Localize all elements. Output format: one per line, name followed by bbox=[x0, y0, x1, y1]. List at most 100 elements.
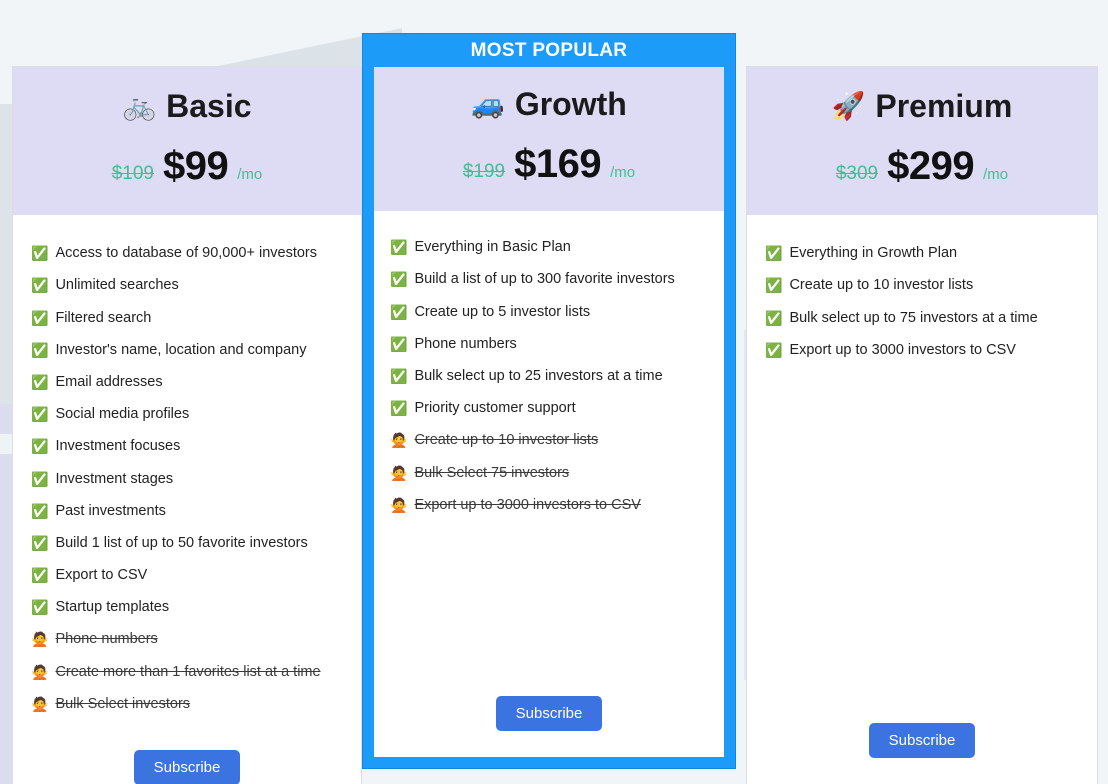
feature-label: Bulk Select 75 investors bbox=[414, 464, 570, 481]
feature-item: 🙅 Phone numbers bbox=[31, 623, 343, 655]
check-icon: ✅ bbox=[31, 599, 49, 616]
feature-item: ✅ Build a list of up to 300 favorite inve… bbox=[390, 263, 708, 295]
feature-list-premium: ✅ Everything in Growth Plan ✅ Create up to … bbox=[747, 215, 1097, 695]
feature-item: ✅ Investor's name, location and company bbox=[31, 334, 343, 366]
feature-item: ✅ Bulk select up to 75 investors at a tim… bbox=[765, 302, 1079, 334]
feature-label: Startup templates bbox=[55, 599, 170, 616]
feature-item: ✅ Access to database of 90,000+ investors bbox=[31, 237, 343, 269]
pricing-cards-container: 🚲 Basic $109 $99 /mo ✅ Access to database… bbox=[0, 0, 1108, 784]
subscribe-row-basic: Subscribe bbox=[13, 724, 361, 784]
subscribe-button-basic[interactable]: Subscribe bbox=[133, 750, 241, 784]
feature-item: ✅ Phone numbers bbox=[390, 328, 708, 360]
feature-item: ✅ Everything in Growth Plan bbox=[765, 237, 1079, 269]
feature-item: 🙅 Create up to 10 investor lists bbox=[390, 424, 708, 456]
most-popular-badge: MOST POPULAR bbox=[470, 40, 628, 61]
feature-label: Create up to 10 investor lists bbox=[414, 432, 599, 449]
feature-label: Build 1 list of up to 50 favorite invest… bbox=[55, 534, 308, 551]
feature-item: ✅ Create up to 10 investor lists bbox=[765, 269, 1079, 301]
check-icon: ✅ bbox=[31, 534, 49, 551]
feature-label: Filtered search bbox=[55, 309, 152, 326]
price-row-growth: $199 $169 /mo bbox=[384, 142, 714, 187]
check-icon: ✅ bbox=[765, 277, 783, 294]
feature-label: Bulk Select investors bbox=[55, 695, 191, 712]
feature-item: 🙅 Bulk Select investors bbox=[31, 688, 343, 720]
subscribe-row-premium: Subscribe bbox=[747, 695, 1097, 784]
old-price-growth: $199 bbox=[462, 161, 506, 183]
card-header-basic: 🚲 Basic $109 $99 /mo bbox=[13, 67, 361, 216]
feature-label: Build a list of up to 300 favorite inves… bbox=[414, 271, 675, 288]
feature-label: Access to database of 90,000+ investors bbox=[55, 245, 318, 262]
check-icon: ✅ bbox=[765, 245, 783, 262]
feature-item: ✅ Export up to 3000 investors to CSV bbox=[765, 334, 1079, 366]
check-icon: ✅ bbox=[390, 239, 408, 256]
feature-label: Create more than 1 favorites list at a t… bbox=[55, 663, 321, 680]
feature-item: ✅ Startup templates bbox=[31, 591, 343, 623]
check-icon: ✅ bbox=[765, 341, 783, 358]
current-price-growth: $169 bbox=[514, 142, 602, 187]
feature-label: Everything in Basic Plan bbox=[414, 239, 571, 256]
check-icon: ✅ bbox=[31, 341, 49, 358]
check-icon: ✅ bbox=[390, 271, 408, 288]
feature-item: 🙅 Create more than 1 favorites list at a … bbox=[31, 656, 343, 688]
old-price-basic: $109 bbox=[111, 163, 154, 185]
plan-name-growth: Growth bbox=[514, 86, 627, 122]
feature-label: Priority customer support bbox=[414, 400, 576, 417]
feature-label: Unlimited searches bbox=[55, 277, 179, 294]
feature-item: 🙅 Bulk Select 75 investors bbox=[390, 457, 708, 489]
check-icon: ✅ bbox=[390, 400, 408, 417]
subscribe-button-growth[interactable]: Subscribe bbox=[495, 696, 603, 731]
feature-item: ✅ Bulk select up to 25 investors at a tim… bbox=[390, 360, 708, 392]
feature-label: Export up to 3000 investors to CSV bbox=[414, 496, 641, 513]
check-icon: ✅ bbox=[31, 309, 49, 326]
check-icon: ✅ bbox=[390, 335, 408, 352]
person-gesturing-no-icon: 🙅 bbox=[31, 695, 49, 712]
pricing-card-basic: 🚲 Basic $109 $99 /mo ✅ Access to database… bbox=[12, 66, 362, 784]
check-icon: ✅ bbox=[390, 367, 408, 384]
price-period-growth: /mo bbox=[610, 164, 636, 182]
check-icon: ✅ bbox=[31, 245, 49, 262]
subscribe-row-growth: Subscribe bbox=[374, 678, 724, 757]
plan-title-growth: 🚙 Growth bbox=[384, 86, 714, 122]
feature-item: ✅ Email addresses bbox=[31, 366, 343, 398]
feature-label: Export up to 3000 investors to CSV bbox=[789, 341, 1016, 358]
feature-item: ✅ Investment stages bbox=[31, 463, 343, 495]
person-gesturing-no-icon: 🙅 bbox=[390, 464, 408, 481]
person-gesturing-no-icon: 🙅 bbox=[390, 496, 408, 513]
feature-item: ✅ Social media profiles bbox=[31, 398, 343, 430]
feature-label: Social media profiles bbox=[55, 406, 190, 423]
bicycle-icon: 🚲 bbox=[122, 91, 157, 122]
feature-item: ✅ Priority customer support bbox=[390, 392, 708, 424]
plan-name-basic: Basic bbox=[166, 88, 252, 124]
person-gesturing-no-icon: 🙅 bbox=[31, 663, 49, 680]
price-row-premium: $309 $299 /mo bbox=[757, 144, 1087, 189]
feature-label: Email addresses bbox=[55, 373, 163, 390]
pricing-card-growth-frame: MOST POPULAR 🚙 Growth $199 $169 /mo ✅ Eve… bbox=[362, 33, 736, 769]
person-gesturing-no-icon: 🙅 bbox=[390, 432, 408, 449]
current-price-basic: $99 bbox=[163, 144, 229, 189]
pricing-card-premium: 🚀 Premium $309 $299 /mo ✅ Everything in G… bbox=[746, 66, 1098, 784]
old-price-premium: $309 bbox=[835, 163, 879, 185]
feature-item: ✅ Export to CSV bbox=[31, 559, 343, 591]
check-icon: ✅ bbox=[31, 502, 49, 519]
feature-item: ✅ Unlimited searches bbox=[31, 269, 343, 301]
feature-label: Investment focuses bbox=[55, 438, 181, 455]
feature-label: Bulk select up to 25 investors at a time bbox=[414, 367, 663, 384]
check-icon: ✅ bbox=[765, 309, 783, 326]
car-icon: 🚙 bbox=[471, 89, 505, 120]
check-icon: ✅ bbox=[31, 406, 49, 423]
feature-item: ✅ Filtered search bbox=[31, 302, 343, 334]
pricing-card-growth: 🚙 Growth $199 $169 /mo ✅ Everything in Ba… bbox=[374, 67, 724, 757]
feature-item: ✅ Past investments bbox=[31, 495, 343, 527]
feature-label: Bulk select up to 75 investors at a time bbox=[789, 309, 1038, 326]
subscribe-button-premium[interactable]: Subscribe bbox=[868, 723, 976, 758]
feature-list-basic: ✅ Access to database of 90,000+ investors… bbox=[13, 215, 361, 724]
check-icon: ✅ bbox=[390, 303, 408, 320]
card-header-premium: 🚀 Premium $309 $299 /mo bbox=[747, 67, 1097, 216]
check-icon: ✅ bbox=[31, 470, 49, 487]
card-header-growth: 🚙 Growth $199 $169 /mo bbox=[374, 67, 724, 212]
feature-list-growth: ✅ Everything in Basic Plan ✅ Build a list o… bbox=[374, 211, 724, 678]
price-row-basic: $109 $99 /mo bbox=[23, 144, 351, 189]
feature-label: Phone numbers bbox=[414, 335, 517, 352]
check-icon: ✅ bbox=[31, 277, 49, 294]
plan-title-basic: 🚲 Basic bbox=[23, 88, 351, 124]
